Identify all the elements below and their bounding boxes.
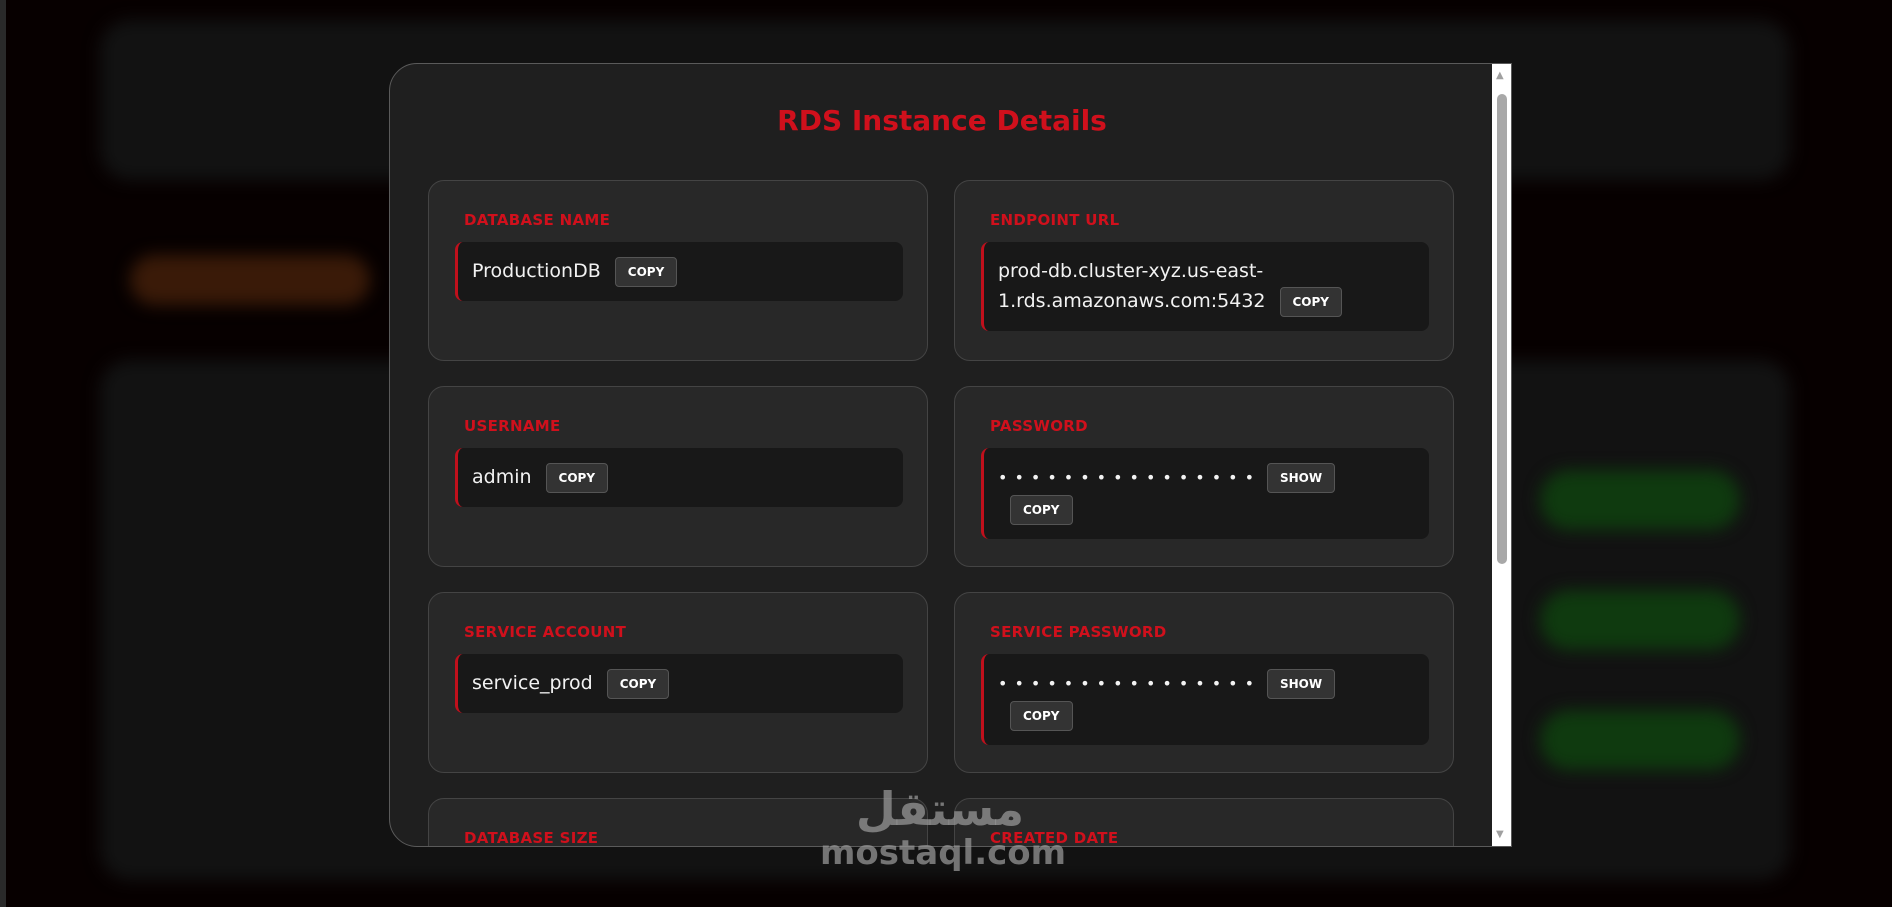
field-value-box: prod-db.cluster-xyz.us-east-1.rds.amazon…	[981, 242, 1429, 331]
field-label: SERVICE ACCOUNT	[464, 623, 627, 641]
field-label: SERVICE PASSWORD	[990, 623, 1167, 641]
field-label: DATABASE SIZE	[464, 829, 599, 847]
field-value: prod-db.cluster-xyz.us-east-1.rds.amazon…	[998, 260, 1266, 312]
scroll-down-arrow-icon[interactable]: ▼	[1496, 829, 1504, 840]
copy-button[interactable]: COPY	[545, 462, 609, 493]
modal-scrollbar[interactable]: ▲ ▼	[1492, 64, 1511, 846]
scrollbar-thumb[interactable]	[1497, 94, 1507, 564]
field-card-endpoint-url: ENDPOINT URL prod-db.cluster-xyz.us-east…	[954, 180, 1454, 361]
show-password-button[interactable]: SHOW	[1267, 462, 1336, 493]
field-card-service-password: SERVICE PASSWORD •••••••••••••••• SHOW COP…	[954, 592, 1454, 773]
field-label: USERNAME	[464, 417, 561, 435]
watermark-arabic: مستقل	[855, 782, 1025, 836]
show-password-button[interactable]: SHOW	[1267, 668, 1336, 699]
watermark: مستقل mostaql.com	[820, 782, 1066, 873]
field-value: ProductionDB	[472, 260, 601, 282]
modal-title: RDS Instance Details	[777, 104, 1107, 137]
field-card-database-name: DATABASE NAME ProductionDB COPY	[428, 180, 928, 361]
copy-button[interactable]: COPY	[614, 256, 678, 287]
field-label: ENDPOINT URL	[990, 211, 1120, 229]
masked-password: ••••••••••••••••	[998, 468, 1261, 487]
copy-button[interactable]: COPY	[1010, 701, 1073, 731]
blurred-status	[1540, 590, 1740, 650]
blurred-status	[1540, 710, 1740, 770]
field-value: service_prod	[472, 672, 593, 694]
field-value-box: •••••••••••••••• SHOW COPY	[981, 654, 1429, 745]
rds-details-modal: RDS Instance Details DATABASE NAME Produ…	[389, 63, 1512, 847]
copy-button[interactable]: COPY	[606, 668, 670, 699]
masked-password: ••••••••••••••••	[998, 674, 1261, 693]
copy-button[interactable]: COPY	[1010, 495, 1073, 525]
field-label: PASSWORD	[990, 417, 1088, 435]
field-value-box: ProductionDB COPY	[455, 242, 903, 301]
field-value-box: admin COPY	[455, 448, 903, 507]
field-value-box: •••••••••••••••• SHOW COPY	[981, 448, 1429, 539]
field-value: admin	[472, 466, 532, 488]
scroll-up-arrow-icon[interactable]: ▲	[1496, 70, 1504, 81]
field-card-password: PASSWORD •••••••••••••••• SHOW COPY	[954, 386, 1454, 567]
field-label: DATABASE NAME	[464, 211, 611, 229]
field-card-username: USERNAME admin COPY	[428, 386, 928, 567]
blurred-status	[1540, 470, 1740, 530]
blurred-element	[130, 255, 370, 305]
field-value-box: service_prod COPY	[455, 654, 903, 713]
field-card-service-account: SERVICE ACCOUNT service_prod COPY	[428, 592, 928, 773]
watermark-latin: mostaql.com	[820, 833, 1067, 873]
copy-button[interactable]: COPY	[1279, 286, 1342, 317]
window-edge	[0, 0, 6, 907]
